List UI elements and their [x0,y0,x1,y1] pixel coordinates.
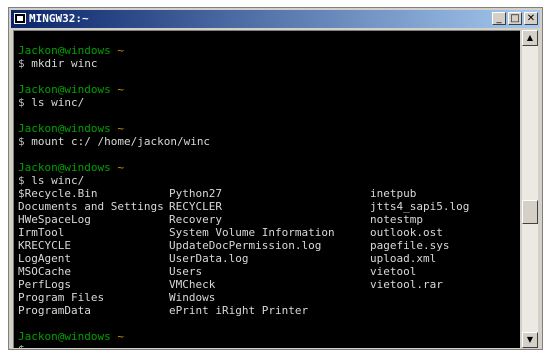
prompt-symbol: $ [18,135,25,148]
listing-row: KRECYCLE UpdateDocPermission.log pagefil… [14,239,520,252]
listing-entry: Program Files [18,291,105,304]
listing-entry: $Recycle.Bin [18,187,98,200]
listing-row: LogAgent UserData.log upload.xml [14,252,520,265]
command-line: $ ls winc/ [14,96,520,109]
command-text: mkdir winc [31,57,98,70]
command-text: ls winc/ [31,96,85,109]
listing-entry: inetpub [370,187,417,200]
listing-entry: jtts4_sapi5.log [370,200,470,213]
listing-row: PerfLogs VMCheck vietool.rar [14,278,520,291]
prompt-line: Jackon@windows ~ [14,330,520,343]
scroll-up-arrow-icon[interactable]: ▲ [522,30,538,46]
prompt-symbol: $ [18,57,25,70]
prompt-dir: ~ [117,44,124,57]
listing-entry: PerfLogs [18,278,71,291]
scrollbar-thumb[interactable] [522,200,538,224]
listing-row: Documents and Settings RECYCLER jtts4_sa… [14,200,520,213]
scroll-down-arrow-icon[interactable]: ▼ [522,332,538,348]
close-button[interactable]: ✕ [524,12,538,25]
listing-entry: RECYCLER [169,200,222,213]
listing-row: Program Files Windows [14,291,520,304]
listing-entry: notestmp [370,213,423,226]
prompt-user: Jackon@windows [18,330,111,343]
listing-entry: ePrint iRight Printer [169,304,309,317]
current-command-line[interactable]: $ [14,343,520,348]
listing-row: $Recycle.Bin Python27 inetpub [14,187,520,200]
prompt-symbol: $ [18,343,25,348]
listing-entry: IrmTool [18,226,65,239]
listing-entry: Documents and Settings [18,200,164,213]
listing-row: HWeSpaceLog Recovery notestmp [14,213,520,226]
listing-entry: upload.xml [370,252,437,265]
command-text: ls winc/ [31,174,85,187]
listing-entry: HWeSpaceLog [18,213,91,226]
listing-entry: vietool.rar [370,278,443,291]
maximize-button[interactable]: □ [508,12,522,25]
listing-entry: UserData.log [169,252,249,265]
prompt-dir: ~ [117,122,124,135]
prompt-user: Jackon@windows [18,122,111,135]
listing-entry: Windows [169,291,216,304]
listing-entry: LogAgent [18,252,71,265]
title-bar[interactable]: MINGW32:~ _ □ ✕ [11,10,540,28]
listing-entry: VMCheck [169,278,216,291]
prompt-dir: ~ [117,83,124,96]
command-line: $ mkdir winc [14,57,520,70]
listing-entry: outlook.ost [370,226,443,239]
prompt-line: Jackon@windows ~ [14,161,520,174]
listing-entry: Users [169,265,203,278]
terminal-output[interactable]: Jackon@windows ~ $ mkdir winc Jackon@win… [13,30,520,348]
terminal-app-icon[interactable] [14,13,26,24]
listing-entry: KRECYCLE [18,239,71,252]
prompt-line: Jackon@windows ~ [14,122,520,135]
window-title: MINGW32:~ [29,12,89,25]
terminal-window: MINGW32:~ _ □ ✕ Jackon@windows ~ $ mkdir… [8,7,543,350]
prompt-user: Jackon@windows [18,44,111,57]
prompt-symbol: $ [18,174,25,187]
command-line: $ ls winc/ [14,174,520,187]
prompt-symbol: $ [18,96,25,109]
prompt-user: Jackon@windows [18,161,111,174]
listing-entry: MSOCache [18,265,71,278]
listing-row: ProgramData ePrint iRight Printer [14,304,520,317]
vertical-scrollbar[interactable]: ▲ ▼ [522,30,538,348]
prompt-line: Jackon@windows ~ [14,44,520,57]
listing-entry: Python27 [169,187,222,200]
minimize-button[interactable]: _ [492,12,506,25]
listing-row: IrmTool System Volume Information outloo… [14,226,520,239]
listing-entry: vietool [370,265,417,278]
prompt-user: Jackon@windows [18,83,111,96]
listing-entry: UpdateDocPermission.log [169,239,322,252]
listing-entry: System Volume Information [169,226,335,239]
prompt-dir: ~ [117,330,124,343]
listing-entry: ProgramData [18,304,91,317]
prompt-line: Jackon@windows ~ [14,83,520,96]
command-line: $ mount c:/ /home/jackon/winc [14,135,520,148]
prompt-dir: ~ [117,161,124,174]
listing-entry: pagefile.sys [370,239,450,252]
listing-row: MSOCache Users vietool [14,265,520,278]
listing-entry: Recovery [169,213,222,226]
command-text: mount c:/ /home/jackon/winc [31,135,211,148]
